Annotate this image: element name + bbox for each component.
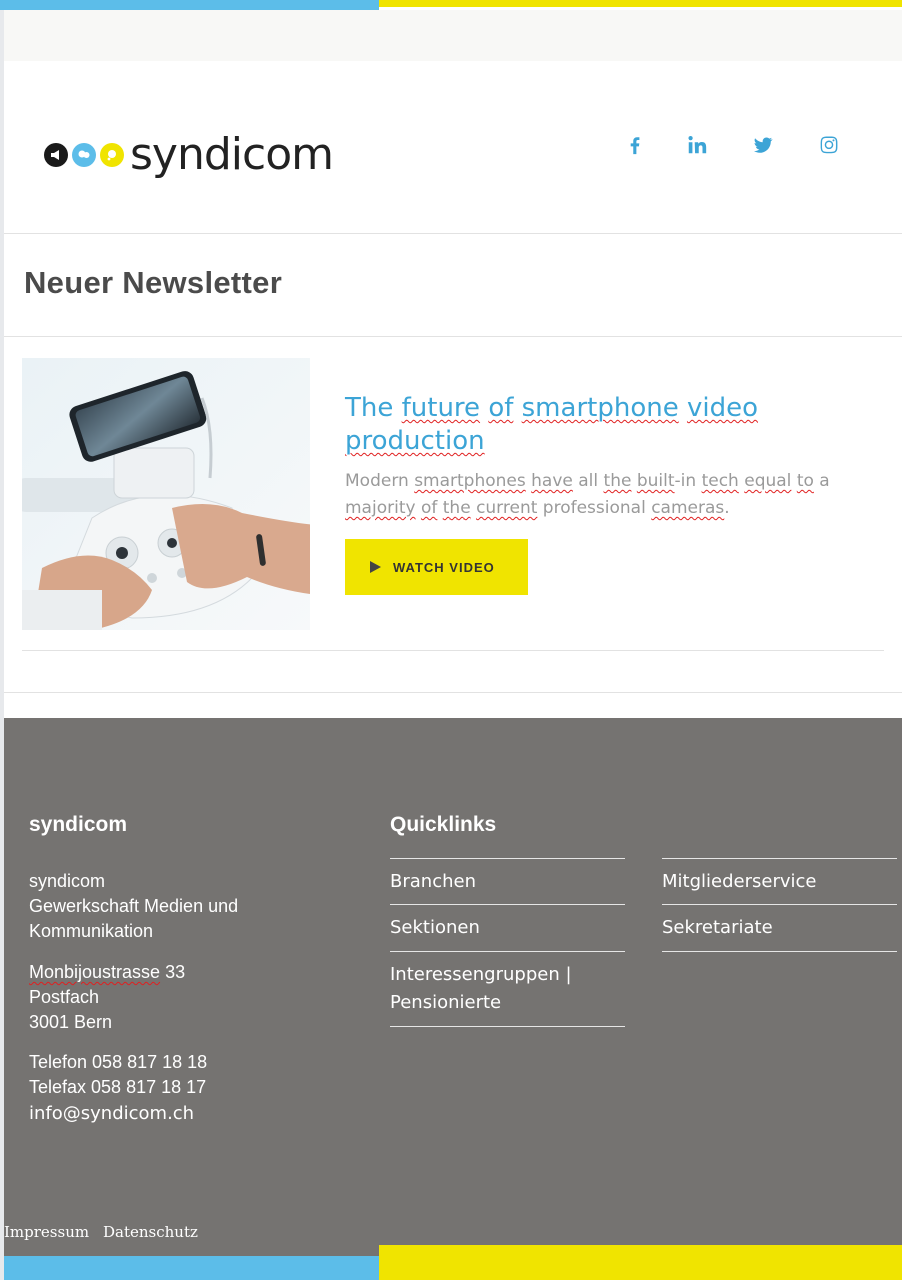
quicklink-divider	[390, 858, 625, 859]
article-description: Modern smartphones have all the built-in…	[345, 468, 865, 522]
article-divider	[22, 650, 884, 651]
desc-text: -in	[674, 471, 702, 491]
title-divider	[4, 336, 902, 337]
speech-bubble-icon	[72, 143, 96, 167]
drone-controller-photo	[22, 358, 310, 630]
title-space	[513, 393, 521, 423]
top-accent-yellow	[379, 0, 902, 7]
twitter-icon[interactable]	[751, 133, 775, 157]
quicklink-branchen[interactable]: Branchen	[390, 868, 476, 896]
desc-word: smartphones	[414, 471, 526, 491]
footer-org-heading: syndicom	[29, 813, 128, 836]
footer-org-desc-1: Gewerkschaft Medien und	[29, 896, 239, 916]
street-number: 33	[160, 962, 186, 982]
footer-city: 3001 Bern	[29, 1012, 113, 1032]
quicklink-divider	[390, 904, 625, 905]
title-word: of	[488, 393, 514, 423]
footer-org-name: syndicom	[29, 871, 106, 891]
title-word: production	[345, 426, 485, 456]
instagram-icon[interactable]	[817, 133, 841, 157]
datenschutz-link[interactable]: Datenschutz	[103, 1223, 198, 1241]
article-image[interactable]	[22, 358, 310, 630]
quicklink-pensionierte[interactable]: Pensionierte	[390, 989, 501, 1017]
syndicom-logo[interactable]: syndicom	[44, 129, 334, 180]
watch-video-label: WATCH VIDEO	[393, 559, 495, 575]
desc-text: .	[724, 498, 730, 518]
desc-word: cameras	[651, 498, 725, 518]
desc-word: current	[476, 498, 538, 518]
quicklink-sektionen[interactable]: Sektionen	[390, 914, 480, 942]
quicklink-mitgliederservice[interactable]: Mitgliederservice	[662, 868, 816, 896]
desc-text: professional	[537, 498, 652, 518]
top-accent-blue	[0, 0, 379, 10]
desc-word: of	[420, 498, 438, 518]
quicklink-divider	[662, 858, 897, 859]
footer-org-desc-2: Kommunikation	[29, 921, 154, 941]
desc-word: the	[603, 471, 632, 491]
desc-word: the	[442, 498, 471, 518]
thought-bubble-icon	[100, 143, 124, 167]
preheader-band	[4, 10, 902, 61]
quicklink-sekretariate[interactable]: Sekretariate	[662, 914, 773, 942]
title-word: smartphone	[521, 393, 679, 423]
page-title: Neuer Newsletter	[24, 265, 283, 300]
quicklink-interessengruppen[interactable]: Interessengruppen |	[390, 961, 572, 989]
title-word: future	[401, 393, 481, 423]
desc-word: to	[796, 471, 814, 491]
impressum-link[interactable]: Impressum	[4, 1223, 89, 1241]
quicklink-divider	[390, 951, 625, 952]
title-word: video	[686, 393, 758, 423]
desc-word: tech	[701, 471, 739, 491]
footer-postfach: Postfach	[29, 987, 100, 1007]
desc-word: have	[531, 471, 573, 491]
street-name: Monbijoustrasse	[29, 962, 161, 982]
watch-video-button[interactable]: WATCH VIDEO	[345, 539, 528, 595]
quicklink-divider	[662, 904, 897, 905]
footer-street: Monbijoustrasse 33	[29, 960, 185, 985]
quicklinks-heading: Quicklinks	[390, 813, 497, 836]
desc-text: Modern	[345, 471, 415, 491]
footer-email-link[interactable]: info@syndicom.ch	[29, 1103, 194, 1124]
logo-dots	[44, 143, 124, 167]
quicklink-divider	[390, 1026, 625, 1027]
megaphone-icon	[44, 143, 68, 167]
play-icon	[370, 561, 381, 573]
desc-word: built	[636, 471, 675, 491]
bottom-accent-yellow	[379, 1245, 902, 1280]
quicklink-divider	[662, 951, 897, 952]
email-header: syndicom	[4, 61, 902, 233]
content-bottom-divider	[4, 692, 902, 693]
desc-text: a	[813, 471, 830, 491]
article-title-link[interactable]: The future of smartphone video productio…	[345, 392, 845, 458]
bottom-accent-blue	[4, 1256, 379, 1280]
desc-word: equal	[744, 471, 792, 491]
footer-telefax: Telefax 058 817 18 17	[29, 1077, 207, 1097]
facebook-icon[interactable]	[623, 133, 647, 157]
title-word: The	[345, 393, 402, 423]
logo-wordmark: syndicom	[130, 129, 334, 180]
header-divider	[4, 233, 902, 234]
linkedin-icon[interactable]	[685, 133, 709, 157]
footer-telefon: Telefon 058 817 18 18	[29, 1052, 208, 1072]
desc-text: all	[572, 471, 604, 491]
desc-word: majority	[345, 498, 416, 518]
title-space	[679, 393, 687, 423]
